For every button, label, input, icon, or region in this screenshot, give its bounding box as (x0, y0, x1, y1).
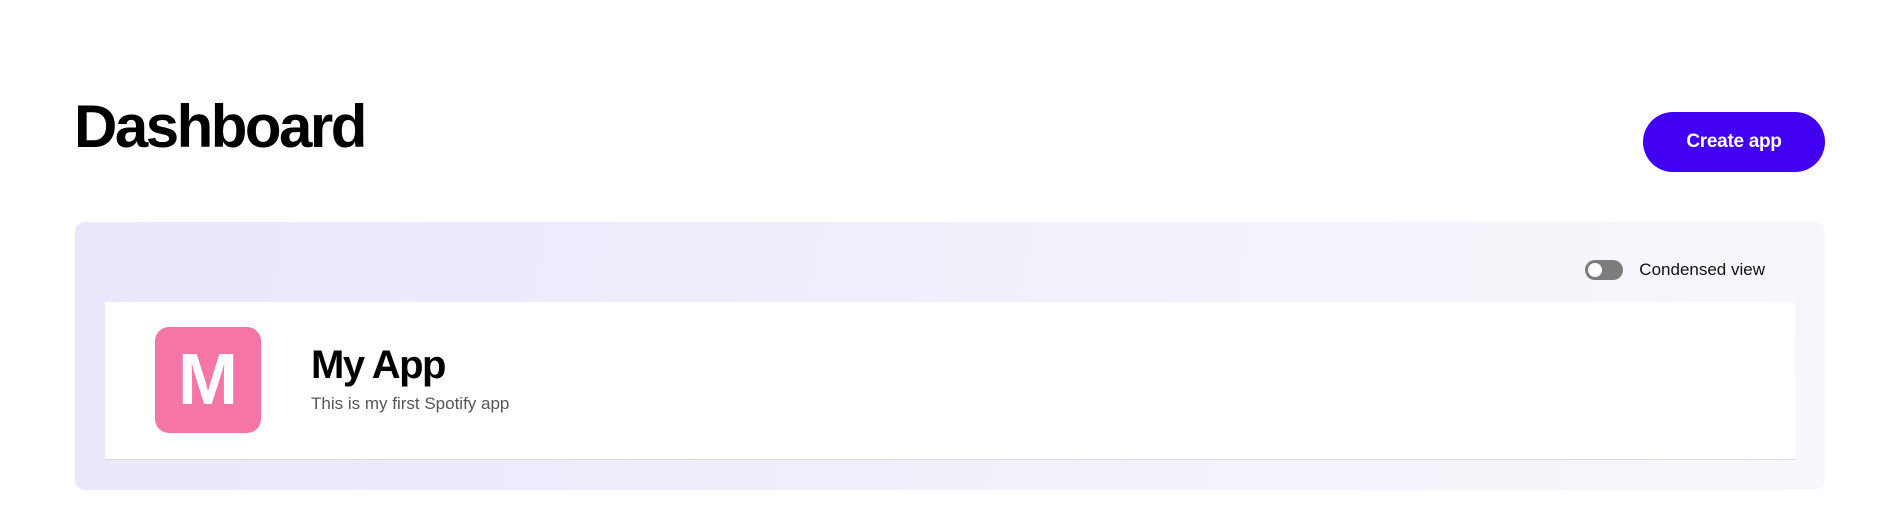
dashboard-page: Dashboard Create app Condensed view M My… (0, 0, 1896, 527)
app-description: This is my first Spotify app (311, 394, 510, 413)
app-card[interactable]: M My App This is my first Spotify app (105, 302, 1795, 460)
app-avatar: M (155, 327, 261, 433)
page-title: Dashboard (74, 93, 367, 160)
apps-panel: Condensed view M My App This is my first… (75, 222, 1825, 490)
condensed-view-label: Condensed view (1639, 260, 1765, 279)
toggle-knob (1588, 263, 1603, 277)
condensed-view-toggle[interactable]: Condensed view (1585, 260, 1765, 280)
app-name[interactable]: My App (311, 342, 446, 388)
toggle-switch[interactable] (1585, 260, 1624, 280)
create-app-button[interactable]: Create app (1643, 112, 1825, 172)
